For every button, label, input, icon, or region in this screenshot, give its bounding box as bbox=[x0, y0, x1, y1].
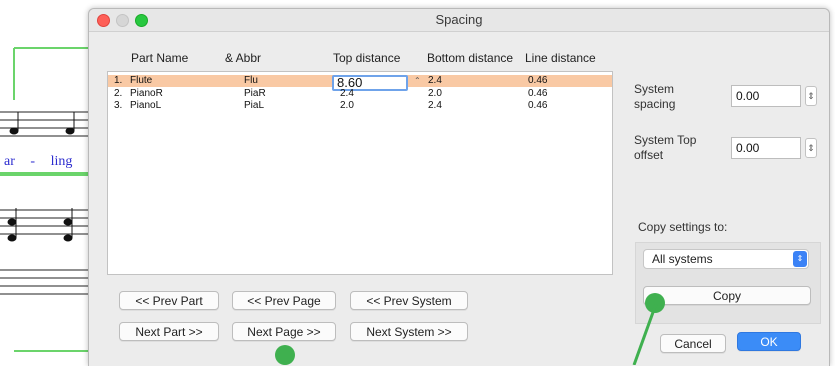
system-spacing-stepper-icon[interactable]: ⇕ bbox=[805, 86, 817, 106]
window-title: Spacing bbox=[435, 12, 483, 27]
minimize-window-button[interactable] bbox=[116, 14, 129, 27]
next-part-button[interactable]: Next Part >> bbox=[119, 322, 219, 341]
system-top-offset-input[interactable]: 0.00 bbox=[731, 137, 801, 159]
system-top-offset-stepper-icon[interactable]: ⇕ bbox=[805, 138, 817, 158]
bottom-distance-cell: 2.0 bbox=[428, 88, 442, 99]
top-distance-stepper-icon[interactable]: ⌃ bbox=[414, 75, 421, 86]
header-part-name: Part Name bbox=[131, 51, 189, 65]
chevron-updown-icon: ⇕ bbox=[793, 251, 807, 267]
header-line-distance: Line distance bbox=[525, 51, 596, 65]
parts-table: 1. Flute Flu 8.60 ⌃ 2.4 0.46 2. PianoR P… bbox=[107, 71, 613, 275]
table-row[interactable]: 2. PianoR PiaR 2.4 2.0 0.46 bbox=[108, 88, 612, 99]
abbr-cell: PiaR bbox=[244, 88, 266, 99]
system-spacing-label: System spacing bbox=[634, 82, 676, 111]
spacing-dialog: Spacing Part Name & Abbr Top distance Bo… bbox=[88, 8, 830, 366]
part-name-cell: PianoR bbox=[130, 88, 163, 99]
lyric-hyphen: - bbox=[30, 154, 36, 169]
part-name-cell: PianoL bbox=[130, 100, 162, 111]
header-abbr: & Abbr bbox=[225, 51, 262, 65]
header-bottom-distance: Bottom distance bbox=[427, 51, 514, 65]
line-distance-cell: 0.46 bbox=[528, 88, 548, 99]
copy-target-select[interactable]: All systems ⇕ bbox=[643, 249, 809, 269]
top-distance-cell: 2.4 bbox=[340, 88, 354, 99]
part-name-cell: Flute bbox=[130, 75, 153, 86]
abbr-cell: Flu bbox=[244, 75, 258, 86]
zoom-window-button[interactable] bbox=[135, 14, 148, 27]
bottom-distance-cell: 2.4 bbox=[428, 100, 442, 111]
lyric-syllable: ar bbox=[4, 154, 15, 169]
lyric-syllable: ling bbox=[50, 154, 73, 169]
copy-target-value: All systems bbox=[652, 252, 713, 266]
prev-part-button[interactable]: << Prev Part bbox=[119, 291, 219, 310]
next-system-button[interactable]: Next System >> bbox=[350, 322, 468, 341]
row-number: 1. bbox=[114, 75, 123, 86]
row-number: 3. bbox=[114, 100, 123, 111]
prev-system-button[interactable]: << Prev System bbox=[350, 291, 468, 310]
line-distance-cell: 0.46 bbox=[528, 75, 548, 86]
top-distance-cell: 2.0 bbox=[340, 100, 354, 111]
next-page-button[interactable]: Next Page >> bbox=[232, 322, 336, 341]
title-bar: Spacing bbox=[89, 9, 829, 32]
annotation-dot bbox=[275, 345, 295, 365]
header-top-distance: Top distance bbox=[333, 51, 401, 65]
system-top-offset-label: System Top offset bbox=[634, 133, 697, 162]
line-distance-cell: 0.46 bbox=[528, 100, 548, 111]
row-number: 2. bbox=[114, 88, 123, 99]
lyrics: ar - ling bbox=[4, 154, 84, 170]
prev-page-button[interactable]: << Prev Page bbox=[232, 291, 336, 310]
annotation-line bbox=[632, 303, 658, 365]
table-row[interactable]: 3. PianoL PiaL 2.0 2.4 0.46 bbox=[108, 100, 612, 111]
system-spacing-input[interactable]: 0.00 bbox=[731, 85, 801, 107]
abbr-cell: PiaL bbox=[244, 100, 265, 111]
copy-settings-label: Copy settings to: bbox=[638, 220, 728, 234]
table-row[interactable]: 1. Flute Flu 8.60 ⌃ 2.4 0.46 bbox=[108, 75, 612, 91]
close-window-button[interactable] bbox=[97, 14, 110, 27]
ok-button[interactable]: OK bbox=[737, 332, 801, 351]
bottom-distance-cell: 2.4 bbox=[428, 75, 442, 86]
